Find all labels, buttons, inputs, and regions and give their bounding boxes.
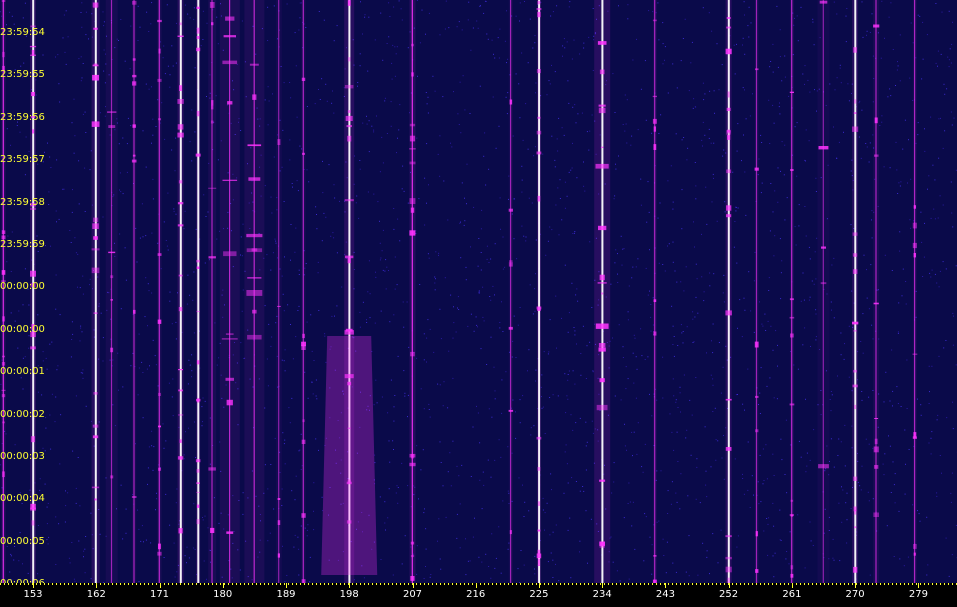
axis-ruler: [0, 583, 957, 585]
signal-trace: [594, 0, 611, 583]
signal-trace: [244, 0, 265, 583]
spectrum-waterfall[interactable]: 23:59:54 23:59:55 23:59:56 23:59:57 23:59:58…: [0, 0, 957, 583]
signal-trace: [275, 0, 282, 583]
freq-tick: [728, 583, 730, 588]
freq-tick: [665, 583, 667, 588]
time-label: 23:59:58: [0, 196, 45, 208]
time-label: 00:00:02: [0, 408, 45, 420]
freq-tick: [159, 583, 161, 588]
freq-tick: [791, 583, 793, 588]
time-label: 23:59:57: [0, 154, 45, 166]
freq-label: 216: [466, 589, 486, 600]
frequency-axis: 153 162 171 180 189 198 207 216 225 234 243 252 261 2…: [0, 583, 957, 607]
signal-trace: [652, 0, 657, 583]
freq-label: 252: [719, 589, 739, 600]
freq-label: 243: [655, 589, 675, 600]
signal-trace: [873, 0, 880, 583]
signal-trace: [177, 0, 184, 583]
time-label: 23:59:55: [0, 69, 45, 81]
signal-trace: [301, 0, 306, 583]
signal-trace: [157, 0, 162, 583]
freq-tick: [918, 583, 920, 588]
freq-label: 207: [402, 589, 423, 600]
signal-trace: [912, 0, 918, 583]
freq-tick: [33, 583, 34, 588]
freq-label: 225: [529, 589, 549, 600]
signal-trace: [105, 0, 118, 583]
time-label: 23:59:54: [0, 27, 45, 38]
signal-trace: [536, 0, 542, 583]
freq-tick: [349, 583, 351, 588]
signal-trace: [754, 0, 759, 583]
freq-label: 279: [908, 589, 928, 600]
noise-floor: [0, 0, 957, 583]
freq-tick: [286, 583, 287, 588]
signal-trace: [195, 0, 201, 583]
freq-tick: [475, 583, 477, 588]
freq-tick: [855, 583, 857, 588]
signal-trace: [208, 0, 217, 583]
waterfall-canvas: [0, 0, 957, 583]
freq-label: 234: [592, 589, 612, 600]
signal-trace: [852, 0, 859, 583]
time-label: 00:00:03: [0, 451, 45, 462]
freq-tick: [538, 583, 540, 588]
freq-label: 153: [23, 589, 43, 600]
signal-trace: [131, 0, 137, 583]
freq-tick: [96, 583, 98, 588]
broadband-burst: [321, 336, 378, 575]
signal-trace: [91, 0, 100, 583]
time-label: 00:00:01: [0, 366, 45, 378]
signal-trace: [508, 0, 514, 583]
time-label: 23:59:59: [0, 239, 45, 250]
time-label: 00:00:04: [0, 493, 45, 505]
freq-label: 198: [339, 589, 359, 600]
freq-tick: [222, 583, 224, 588]
time-label: 23:59:56: [0, 111, 45, 123]
signal-trace: [789, 0, 795, 583]
signal-trace: [219, 0, 240, 583]
freq-label: 162: [86, 589, 106, 600]
freq-label: 171: [149, 589, 170, 600]
signal-trace: [817, 0, 830, 583]
freq-label: 180: [213, 589, 233, 600]
freq-tick: [412, 583, 414, 588]
freq-label: 261: [782, 589, 802, 600]
time-label: 00:00:00: [0, 323, 45, 335]
signal-trace: [409, 0, 416, 583]
freq-label: 270: [845, 589, 865, 600]
signal-trace: [725, 0, 732, 583]
freq-tick: [602, 583, 604, 588]
time-label: 00:00:00: [0, 281, 45, 293]
freq-label: 189: [276, 589, 296, 600]
time-label: 00:00:05: [0, 535, 45, 547]
